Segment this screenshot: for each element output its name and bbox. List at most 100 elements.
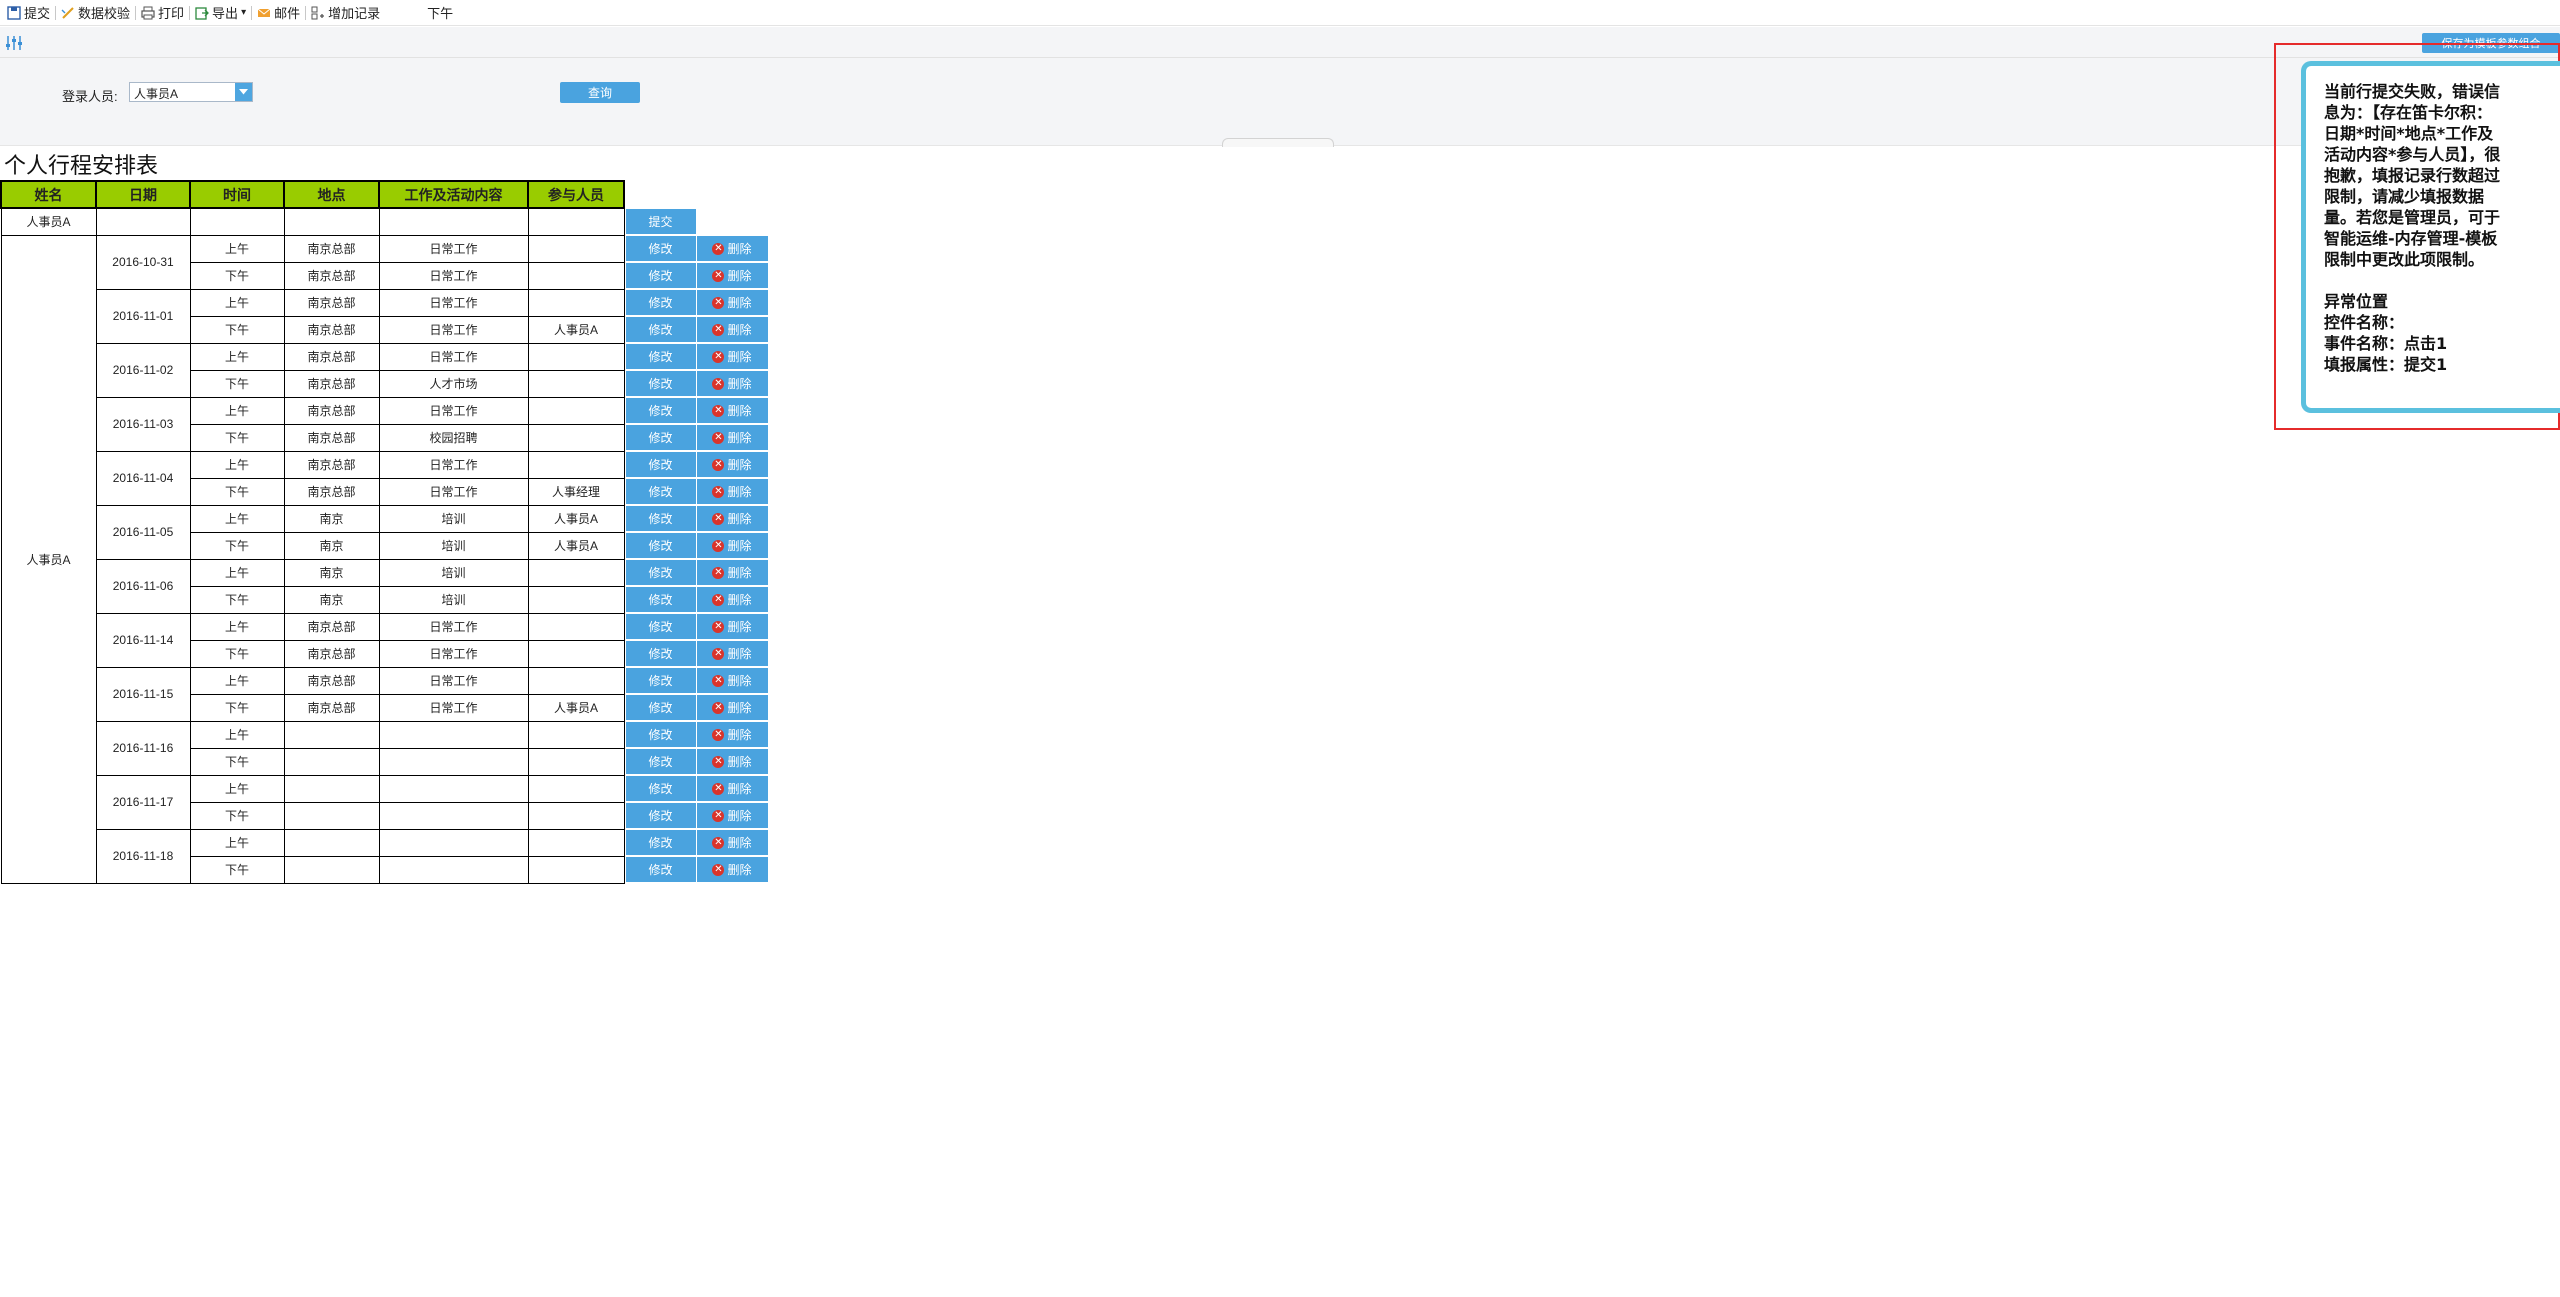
delete-button[interactable]: ✕ 删除 <box>696 560 768 585</box>
delete-button[interactable]: ✕ 删除 <box>696 830 768 855</box>
time-cell[interactable]: 下午 <box>189 531 285 560</box>
work-cell[interactable]: 培训 <box>378 504 529 533</box>
place-cell[interactable]: 南京总部 <box>283 342 380 371</box>
place-cell[interactable] <box>283 720 380 749</box>
submit-row-button[interactable]: 提交 <box>625 209 696 234</box>
delete-button[interactable]: ✕ 删除 <box>696 263 768 288</box>
delete-button[interactable]: ✕ 删除 <box>696 452 768 477</box>
date-cell[interactable]: 2016-11-14 <box>95 612 191 668</box>
place-cell[interactable]: 南京总部 <box>283 288 380 317</box>
time-cell[interactable]: 下午 <box>189 423 285 452</box>
place-cell[interactable]: 南京总部 <box>283 450 380 479</box>
place-cell[interactable]: 南京 <box>283 558 380 587</box>
work-cell[interactable]: 日常工作 <box>378 315 529 344</box>
participant-cell[interactable] <box>527 612 625 641</box>
place-cell[interactable]: 南京总部 <box>283 477 380 506</box>
edit-button[interactable]: 修改 <box>625 614 696 639</box>
time-cell[interactable]: 下午 <box>189 801 285 830</box>
participant-cell[interactable] <box>527 558 625 587</box>
place-cell[interactable]: 南京总部 <box>283 693 380 722</box>
place-cell[interactable]: 南京 <box>283 585 380 614</box>
delete-button[interactable]: ✕ 删除 <box>696 371 768 396</box>
time-cell[interactable]: 下午 <box>189 639 285 668</box>
date-cell[interactable]: 2016-11-01 <box>95 288 191 344</box>
place-cell[interactable] <box>283 828 380 857</box>
date-cell[interactable]: 2016-11-17 <box>95 774 191 830</box>
edit-button[interactable]: 修改 <box>625 830 696 855</box>
time-cell[interactable]: 上午 <box>189 396 285 425</box>
place-cell[interactable]: 南京总部 <box>283 315 380 344</box>
delete-button[interactable]: ✕ 删除 <box>696 398 768 423</box>
work-cell[interactable]: 日常工作 <box>378 450 529 479</box>
delete-button[interactable]: ✕ 删除 <box>696 803 768 828</box>
time-cell[interactable]: 下午 <box>189 693 285 722</box>
place-cell[interactable]: 南京总部 <box>283 234 380 263</box>
toolbar-button-save[interactable]: 提交 <box>2 3 55 23</box>
time-cell[interactable]: 上午 <box>189 234 285 263</box>
delete-button[interactable]: ✕ 删除 <box>696 425 768 450</box>
work-cell[interactable]: 人才市场 <box>378 369 529 398</box>
place-cell[interactable] <box>283 801 380 830</box>
work-cell[interactable]: 日常工作 <box>378 639 529 668</box>
edit-button[interactable]: 修改 <box>625 722 696 747</box>
name-cell[interactable]: 人事员A <box>0 207 97 236</box>
place-cell[interactable]: 南京总部 <box>283 639 380 668</box>
time-cell[interactable]: 上午 <box>189 828 285 857</box>
edit-button[interactable]: 修改 <box>625 587 696 612</box>
time-cell[interactable]: 下午 <box>189 369 285 398</box>
edit-button[interactable]: 修改 <box>625 425 696 450</box>
edit-button[interactable]: 修改 <box>625 533 696 558</box>
time-cell[interactable]: 上午 <box>189 774 285 803</box>
work-cell[interactable]: 日常工作 <box>378 261 529 290</box>
date-cell[interactable]: 2016-11-16 <box>95 720 191 776</box>
time-cell[interactable]: 上午 <box>189 558 285 587</box>
query-button[interactable]: 查询 <box>560 82 640 103</box>
time-cell[interactable]: 下午 <box>189 585 285 614</box>
work-cell[interactable]: 校园招聘 <box>378 423 529 452</box>
place-cell[interactable]: 南京总部 <box>283 423 380 452</box>
edit-button[interactable]: 修改 <box>625 668 696 693</box>
work-cell[interactable] <box>378 828 529 857</box>
participant-cell[interactable] <box>527 288 625 317</box>
delete-button[interactable]: ✕ 删除 <box>696 749 768 774</box>
time-cell[interactable]: 下午 <box>189 315 285 344</box>
work-cell[interactable] <box>378 747 529 776</box>
collapse-panel-handle[interactable] <box>1222 138 1334 147</box>
place-cell[interactable]: 南京总部 <box>283 396 380 425</box>
time-cell[interactable]: 上午 <box>189 450 285 479</box>
work-cell[interactable]: 日常工作 <box>378 396 529 425</box>
toolbar-button-export[interactable]: 导出 ▾ <box>190 3 251 23</box>
empty-cell[interactable] <box>189 207 285 236</box>
edit-button[interactable]: 修改 <box>625 506 696 531</box>
work-cell[interactable]: 日常工作 <box>378 693 529 722</box>
participant-cell[interactable] <box>527 828 625 857</box>
toolbar-button-print[interactable]: 打印 <box>136 3 189 23</box>
delete-button[interactable]: ✕ 删除 <box>696 668 768 693</box>
time-cell[interactable]: 上午 <box>189 666 285 695</box>
work-cell[interactable]: 培训 <box>378 558 529 587</box>
participant-cell[interactable]: 人事员A <box>527 315 625 344</box>
participant-cell[interactable]: 人事员A <box>527 693 625 722</box>
time-cell[interactable]: 上午 <box>189 288 285 317</box>
delete-button[interactable]: ✕ 删除 <box>696 533 768 558</box>
work-cell[interactable] <box>378 855 529 884</box>
edit-button[interactable]: 修改 <box>625 857 696 882</box>
edit-button[interactable]: 修改 <box>625 263 696 288</box>
work-cell[interactable]: 培训 <box>378 531 529 560</box>
delete-button[interactable]: ✕ 删除 <box>696 290 768 315</box>
edit-button[interactable]: 修改 <box>625 776 696 801</box>
delete-button[interactable]: ✕ 删除 <box>696 236 768 261</box>
edit-button[interactable]: 修改 <box>625 317 696 342</box>
participant-cell[interactable]: 人事员A <box>527 504 625 533</box>
work-cell[interactable]: 日常工作 <box>378 342 529 371</box>
date-cell[interactable]: 2016-11-04 <box>95 450 191 506</box>
toolbar-button-add-record[interactable]: 增加记录 <box>306 3 385 23</box>
time-cell[interactable]: 上午 <box>189 612 285 641</box>
edit-button[interactable]: 修改 <box>625 749 696 774</box>
edit-button[interactable]: 修改 <box>625 479 696 504</box>
participant-cell[interactable]: 人事经理 <box>527 477 625 506</box>
place-cell[interactable] <box>283 855 380 884</box>
delete-button[interactable]: ✕ 删除 <box>696 614 768 639</box>
chevron-down-icon[interactable] <box>235 83 252 101</box>
work-cell[interactable] <box>378 720 529 749</box>
